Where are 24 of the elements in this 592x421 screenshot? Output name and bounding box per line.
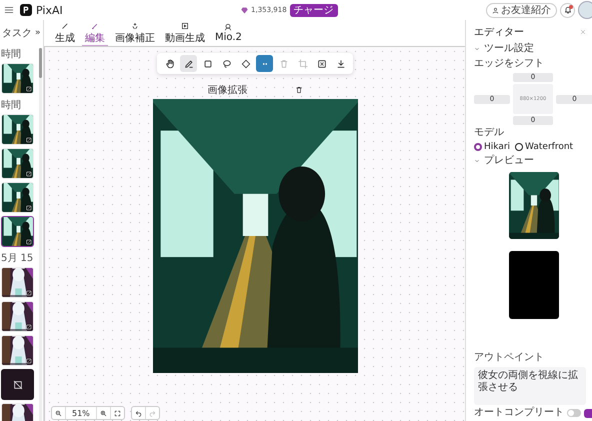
- mode-tab[interactable]: 画像補正: [112, 20, 158, 46]
- mode-tab[interactable]: 動画生成: [162, 20, 208, 46]
- prompt-field[interactable]: 彼女の両側を視線に拡張させる: [474, 367, 586, 405]
- field-label: モデル: [474, 127, 505, 139]
- group-label: 5月 15: [1, 253, 34, 264]
- zoom-level: 51%: [66, 407, 97, 419]
- group-label: 時間: [1, 49, 22, 60]
- charge-button[interactable]: チャージ: [290, 4, 338, 16]
- layer-label: 画像拡張: [208, 84, 248, 97]
- app-name: PixAI: [36, 4, 63, 16]
- panel-title: エディター: [474, 26, 524, 39]
- radio-label: Waterfront: [525, 142, 574, 152]
- sidebar-title: タスク: [2, 27, 32, 40]
- invite-button[interactable]: お友達紹介: [486, 2, 557, 18]
- field-label: エッジをシフト: [474, 58, 545, 70]
- section-toggle[interactable]: ツール設定: [474, 42, 592, 56]
- mode-tab[interactable]: Mio.2: [212, 20, 245, 46]
- group-label: 時間: [1, 100, 22, 111]
- field-label: アウトペイント: [474, 351, 545, 364]
- radio-label: Hikari: [484, 142, 510, 152]
- collapse-button[interactable]: »: [35, 28, 41, 38]
- mode-tab[interactable]: 生成: [52, 20, 78, 46]
- section-toggle[interactable]: プレビュー: [474, 154, 592, 168]
- toggle-label: オートコンプリート: [474, 407, 564, 419]
